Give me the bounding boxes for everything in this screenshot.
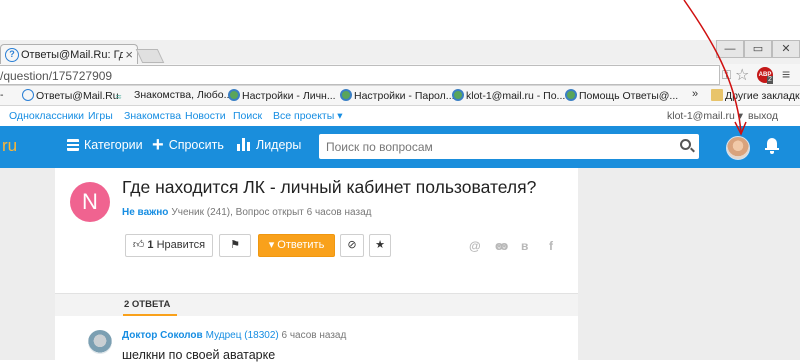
browser-tab[interactable]: ? Ответы@Mail.Ru: Где нах × xyxy=(0,44,138,66)
key-icon[interactable]: ⚿ xyxy=(722,68,731,83)
question-meta: Не важно Ученик (241), Вопрос открыт 6 ча… xyxy=(122,207,371,218)
portal-link-dating[interactable]: Знакомства xyxy=(124,110,181,122)
bookmark-flag-icon: ⚑ xyxy=(230,239,240,251)
globe-icon xyxy=(340,89,352,101)
like-button[interactable]: 👍︎ 1 Нравится xyxy=(125,234,213,257)
answers-favicon-icon: ? xyxy=(5,48,19,62)
adblock-badge: 2 xyxy=(767,76,773,84)
maximize-button[interactable]: ▭ xyxy=(744,40,772,58)
portal-link-ok[interactable]: Одноклассники xyxy=(9,110,84,122)
search-box xyxy=(319,134,699,159)
block-icon: ⊘ xyxy=(347,239,357,251)
tab-title: Ответы@Mail.Ru: Где нах xyxy=(21,49,123,61)
like-count: 1 xyxy=(147,239,154,251)
thumbs-up-icon: 👍︎ xyxy=(132,239,145,251)
globe-icon xyxy=(565,89,577,101)
odnoklassniki-share-icon[interactable]: ꙭ xyxy=(495,239,508,253)
answer-meta: Доктор Соколов Мудрец (18302) 6 часов наз… xyxy=(122,330,346,341)
reply-icon: ▾ xyxy=(268,239,275,251)
answer-button[interactable]: ▾ Ответить xyxy=(258,234,335,257)
bookmark-item[interactable]: klot-1@mail.ru - По... xyxy=(452,89,565,102)
window-controls: — ▭ ✕ xyxy=(716,40,800,58)
question-meta-text: Ученик (241), Вопрос открыт 6 часов наза… xyxy=(171,207,372,218)
mail-share-icon[interactable]: @ xyxy=(469,239,481,253)
like-label: Нравится xyxy=(156,239,206,251)
user-email-menu[interactable]: klot-1@mail.ru ▾ xyxy=(667,110,743,122)
url-text: /question/175727909 xyxy=(0,69,113,83)
ask-button[interactable]: + Спросить xyxy=(152,134,224,156)
answer-author-rank[interactable]: Мудрец (18302) xyxy=(206,330,279,341)
favorite-button[interactable]: ★ xyxy=(369,234,391,257)
site-logo[interactable]: ru xyxy=(2,136,17,156)
other-bookmarks[interactable]: Другие закладки xyxy=(711,89,800,102)
categories-icon xyxy=(67,139,79,151)
site-header: ru Категории + Спросить Лидеры xyxy=(0,126,800,168)
bookmark-item[interactable]: ≈ Знакомства, Любо... xyxy=(116,89,232,104)
answer-author-link[interactable]: Доктор Соколов xyxy=(122,330,203,341)
star-icon: ★ xyxy=(375,239,385,251)
search-input[interactable] xyxy=(319,134,669,159)
logout-link[interactable]: выход xyxy=(748,110,778,122)
bookmark-star-icon[interactable]: ☆ xyxy=(735,65,749,85)
answer-time: 6 часов назад xyxy=(281,330,347,341)
bookmark-item[interactable]: Настройки - Личн... xyxy=(228,89,336,102)
minimize-button[interactable]: — xyxy=(716,40,744,58)
bookmark-item[interactable]: Ответы@Mail.Ru xyxy=(22,89,119,102)
notifications-bell-icon[interactable] xyxy=(765,138,779,154)
fish-icon: ≈ xyxy=(116,92,122,103)
bookmarks-chevron-icon[interactable]: » xyxy=(692,88,698,100)
portal-link-news[interactable]: Новости xyxy=(185,110,226,122)
bookmark-button[interactable]: ⚑ xyxy=(219,234,251,257)
question-author-avatar[interactable]: N xyxy=(70,182,110,222)
browser-tabstrip: ? Ответы@Mail.Ru: Где нах × — ▭ ✕ xyxy=(0,40,800,66)
portal-link-all-projects[interactable]: Все проекты ▾ xyxy=(273,110,342,122)
bookmarks-bar: - Ответы@Mail.Ru ≈ Знакомства, Любо... На… xyxy=(0,86,800,106)
vk-share-icon[interactable]: в xyxy=(521,239,528,253)
user-avatar[interactable] xyxy=(726,136,750,160)
report-button[interactable]: ⊘ xyxy=(340,234,364,257)
answers-tab-underline xyxy=(123,314,177,316)
leaders-bars-icon xyxy=(237,138,251,151)
tab-close-icon[interactable]: × xyxy=(125,47,133,62)
chrome-menu-icon[interactable]: ≡ xyxy=(782,66,790,82)
folder-icon xyxy=(711,89,723,101)
portal-bar: Одноклассники Игры Знакомства Новости По… xyxy=(0,106,800,126)
portal-link-search[interactable]: Поиск xyxy=(233,110,262,122)
question-author-link[interactable]: Не важно xyxy=(122,207,168,218)
search-icon[interactable] xyxy=(680,139,691,150)
question-title: Где находится ЛК - личный кабинет пользо… xyxy=(122,177,537,197)
facebook-share-icon[interactable]: f xyxy=(549,239,553,253)
answer-label: Ответить xyxy=(277,239,325,251)
bookmark-item[interactable]: Настройки - Парол... xyxy=(340,89,455,102)
new-tab-button[interactable] xyxy=(135,49,165,63)
close-window-button[interactable]: ✕ xyxy=(772,40,800,58)
answers-icon xyxy=(22,89,34,101)
leaders-button[interactable]: Лидеры xyxy=(237,138,301,152)
globe-icon xyxy=(452,89,464,101)
bookmark-item[interactable]: Помощь Ответы@... xyxy=(565,89,678,102)
globe-icon xyxy=(228,89,240,101)
plus-icon: + xyxy=(152,134,164,156)
categories-button[interactable]: Категории xyxy=(67,138,143,152)
answers-count-tab[interactable]: 2 ОТВЕТА xyxy=(124,299,170,310)
bookmark-overflow-left[interactable]: - xyxy=(0,89,4,101)
portal-link-games[interactable]: Игры xyxy=(88,110,113,122)
browser-toolbar: /question/175727909 ⚿ ☆ ABP 2 ≡ xyxy=(0,64,800,86)
answer-author-avatar[interactable] xyxy=(88,330,112,354)
address-bar[interactable]: /question/175727909 xyxy=(0,65,720,85)
